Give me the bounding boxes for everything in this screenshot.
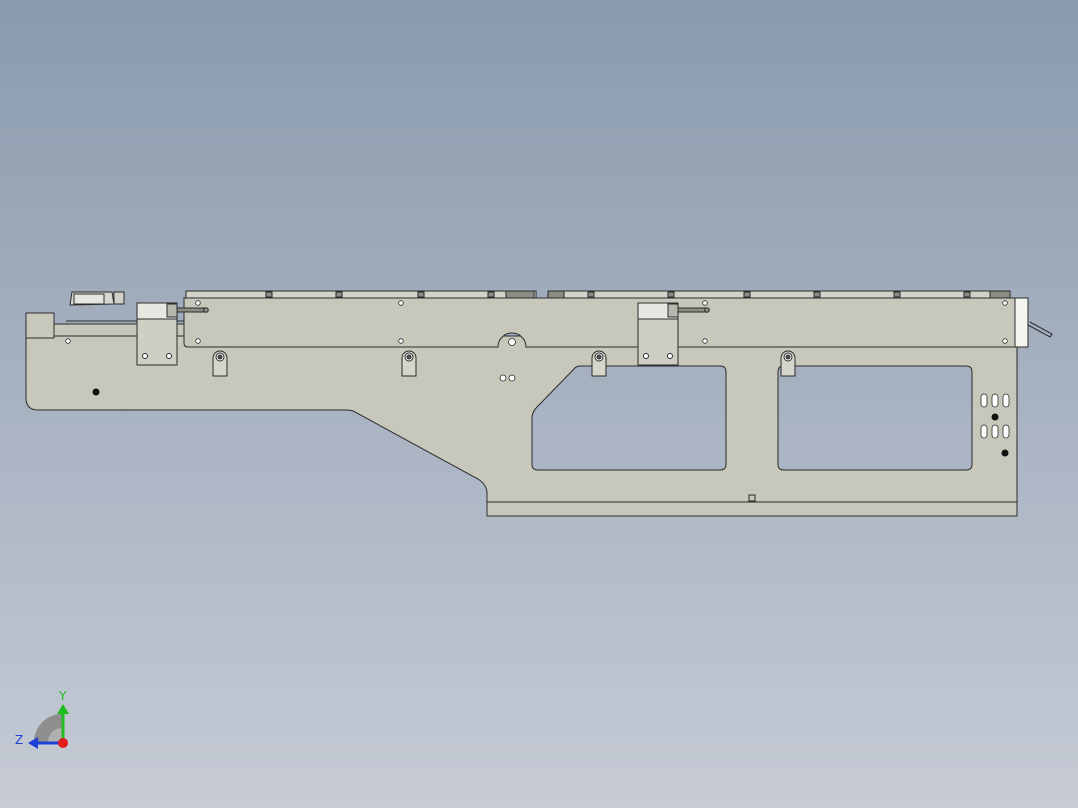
rail-dark-block-2	[547, 290, 565, 299]
rail-dark-block-3	[989, 290, 1011, 299]
cad-model-view[interactable]: Y Z	[0, 0, 1078, 808]
lug-bracket-3	[591, 350, 607, 377]
rail-segment-1	[185, 290, 537, 299]
triad-x-axis-dot	[58, 738, 68, 748]
triad-y-label: Y	[58, 689, 67, 703]
sensor-rod	[677, 307, 708, 313]
cable-right	[1027, 321, 1053, 338]
frame-assembly[interactable]	[25, 290, 1053, 517]
triad-y-arrow	[57, 704, 69, 714]
rail-dark-block-1	[505, 290, 535, 299]
sensor-head	[166, 303, 178, 318]
lug-bracket-1	[212, 350, 228, 377]
sensor-head	[667, 303, 679, 318]
rail-segment-2	[547, 290, 1011, 299]
orientation-triad[interactable]: Y Z	[15, 689, 69, 749]
end-cap-highlight	[73, 293, 105, 305]
lug-bracket-2	[401, 350, 417, 377]
left-end-block	[25, 312, 55, 339]
graphics-viewport[interactable]: Y Z	[0, 0, 1078, 808]
triad-z-arrow	[28, 737, 38, 749]
sensor-rod	[176, 307, 207, 313]
right-end-cap	[1014, 297, 1029, 348]
rail-block	[113, 291, 125, 305]
upper-cover-plate[interactable]	[183, 297, 1018, 348]
lug-bracket-4	[780, 350, 796, 377]
triad-z-label: Z	[15, 733, 23, 747]
